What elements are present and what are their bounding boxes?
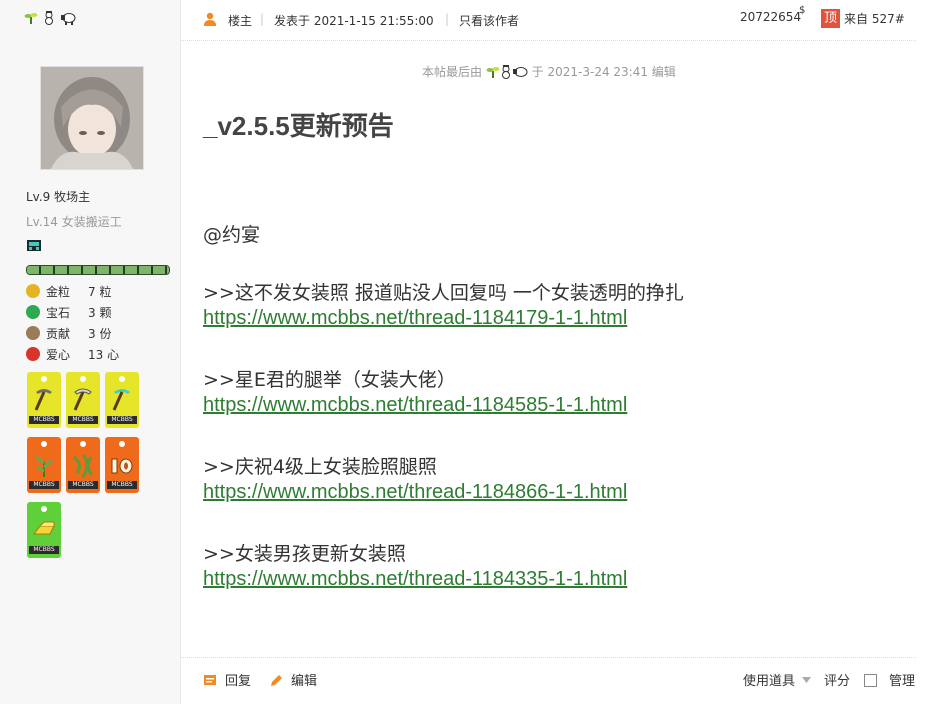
edit-notice-suffix: 于 2021-3-24 23:41 编辑 [531, 65, 676, 79]
medal-tag: MCBBS [29, 481, 59, 489]
post-main: 楼主 | 发表于 2021-1-15 21:55:00 | 只看该作者 2072… [181, 0, 942, 704]
post-time: 发表于 2021-1-15 21:55:00 [274, 14, 434, 28]
chevron-down-icon [802, 677, 812, 683]
medal-stone-pickaxe[interactable]: MCBBS [27, 372, 61, 428]
stat-label: 金粒 [46, 285, 71, 299]
medal-hole [41, 506, 47, 512]
experience-bar [26, 265, 170, 275]
contribution-icon [26, 326, 40, 340]
edit-label: 编辑 [291, 674, 318, 689]
medal-tag: MCBBS [68, 481, 98, 489]
snowman-icon [501, 65, 510, 79]
medal-hole [119, 376, 125, 382]
user-badges [24, 11, 76, 28]
user-level: Lv.9 牧场主 [26, 190, 91, 204]
thread-link[interactable]: https://www.mcbbs.net/thread-1184866-1-1… [203, 481, 627, 503]
medal-tag: MCBBS [107, 481, 137, 489]
edit-notice: 本帖最后由 于 2021-3-24 23:41 编辑 [422, 63, 676, 80]
post-title: _v2.5.5更新预告 [203, 111, 394, 141]
edit-button[interactable]: 编辑 [269, 670, 317, 689]
user-title: Lv.14 女装搬运工 [26, 215, 122, 229]
medal-anniversary-10[interactable]: MCBBS [105, 437, 139, 493]
vines-icon [72, 453, 94, 478]
manage-checkbox[interactable] [864, 674, 877, 687]
medal-hole [80, 441, 86, 447]
stat-label: 爱心 [46, 348, 71, 362]
medal-hole [41, 376, 47, 382]
medal-tag: MCBBS [68, 416, 98, 424]
diamond-pickaxe-icon [112, 389, 130, 411]
gold-nugget-icon [26, 284, 40, 298]
sprout-icon [486, 67, 500, 78]
stone-pickaxe-icon [34, 389, 52, 411]
stat-gold: 金粒 7 粒 [26, 284, 111, 300]
medal-hole [80, 376, 86, 382]
use-item-label: 使用道具 [743, 674, 796, 689]
sheep-icon [512, 67, 528, 77]
mention-text: @约宴 [203, 224, 261, 246]
entry-text: >>女装男孩更新女装照 [203, 543, 406, 565]
sapling-icon [35, 455, 53, 477]
stat-gems: 宝石 3 颗 [26, 305, 111, 321]
thread-link[interactable]: https://www.mcbbs.net/thread-1184585-1-1… [203, 394, 627, 416]
post-id[interactable]: 20722654 [740, 10, 801, 24]
number-ten-icon [111, 458, 133, 474]
gold-ingot-icon [33, 521, 55, 535]
experience-bar-fill [27, 266, 169, 274]
thread-link[interactable]: https://www.mcbbs.net/thread-1184179-1-1… [203, 307, 627, 329]
user-icon [204, 12, 216, 26]
snowman-icon [44, 11, 53, 25]
reply-label: 回复 [225, 674, 252, 689]
reply-icon [204, 675, 216, 685]
stat-value: 13 心 [88, 348, 120, 362]
avatar-image [41, 67, 143, 169]
stat-value: 3 份 [88, 327, 112, 341]
avatar[interactable] [40, 66, 144, 170]
stat-label: 贡献 [46, 327, 71, 341]
medal-gold-ingot[interactable]: MCBBS [27, 502, 61, 558]
only-author-link[interactable]: 只看该作者 [459, 12, 519, 29]
separator: | [445, 12, 450, 26]
edit-notice-prefix: 本帖最后由 [422, 65, 483, 79]
medal-tag: MCBBS [107, 416, 137, 424]
post-actions: 回复 编辑 使用道具 评分 管理 [181, 657, 916, 702]
top-button[interactable]: 顶 [821, 9, 840, 28]
medal-hole [119, 441, 125, 447]
medal-iron-pickaxe[interactable]: MCBBS [66, 372, 100, 428]
stat-hearts: 爱心 13 心 [26, 347, 119, 363]
entry-text: >>这不发女装照 报道贴没人回复吗 一个女装透明的挣扎 [203, 282, 684, 304]
floor-number[interactable]: 来自 527# [844, 10, 905, 27]
floor-owner-label: 楼主 [228, 14, 253, 28]
medal-hole [41, 441, 47, 447]
currency-mark: $ [799, 5, 806, 16]
entry-text: >>庆祝4级上女装脸照腿照 [203, 456, 437, 478]
apple-heart-icon [26, 347, 40, 361]
medal-sapling[interactable]: MCBBS [27, 437, 61, 493]
medal-tag: MCBBS [29, 546, 59, 554]
stat-label: 宝石 [46, 306, 71, 320]
reply-button[interactable]: 回复 [203, 670, 251, 689]
pencil-icon [271, 675, 282, 686]
stat-value: 3 颗 [88, 306, 112, 320]
stat-value: 7 粒 [88, 285, 112, 299]
diamond-helmet-icon [27, 240, 41, 251]
separator: | [260, 12, 265, 26]
medal-tag: MCBBS [29, 416, 59, 424]
medal-vines[interactable]: MCBBS [66, 437, 100, 493]
sprout-icon [24, 13, 38, 24]
author-sidebar: Lv.9 牧场主 Lv.14 女装搬运工 金粒 7 粒 宝石 3 颗 贡献 3 份 爱… [0, 0, 181, 704]
post-header: 楼主 | 发表于 2021-1-15 21:55:00 | 只看该作者 2072… [181, 0, 916, 41]
rate-button[interactable]: 评分 [824, 670, 850, 689]
stat-contribution: 贡献 3 份 [26, 326, 111, 342]
sheep-icon [60, 13, 76, 25]
manage-label: 管理 [889, 674, 916, 689]
manage-control[interactable]: 管理 [864, 670, 915, 689]
iron-pickaxe-icon [73, 388, 92, 411]
entry-text: >>星E君的腿举（女装大佬） [203, 369, 456, 391]
emerald-icon [26, 305, 40, 319]
use-item-dropdown[interactable]: 使用道具 [743, 670, 819, 689]
thread-link[interactable]: https://www.mcbbs.net/thread-1184335-1-1… [203, 568, 627, 590]
medal-diamond-pickaxe[interactable]: MCBBS [105, 372, 139, 428]
